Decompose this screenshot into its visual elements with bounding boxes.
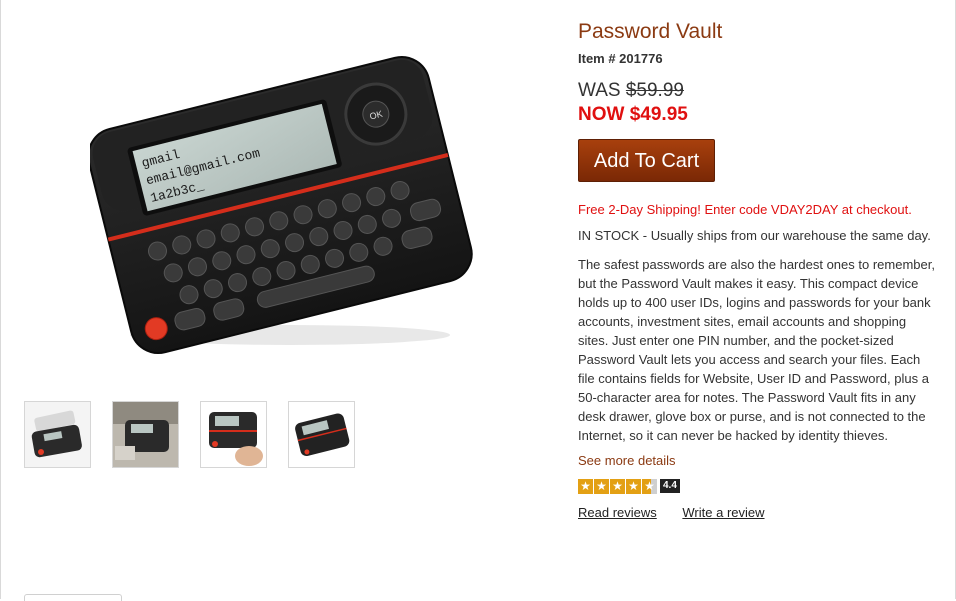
thumbnail-2[interactable] [112,401,179,468]
thumbnail-1[interactable] [24,401,91,468]
shipping-promo: Free 2-Day Shipping! Enter code VDAY2DAY… [578,202,912,217]
see-more-details-link[interactable]: See more details [578,453,676,468]
thumbnail-4[interactable] [288,401,355,468]
bottom-tab[interactable] [24,594,122,601]
star-icon: ★ [642,478,657,494]
product-description: The safest passwords are also the hardes… [578,257,935,443]
was-label: WAS [578,80,621,101]
rating-stars: ★ ★ ★ ★ ★ [578,478,657,494]
thumbnail-3[interactable] [200,401,267,468]
rating-summary[interactable]: ★ ★ ★ ★ ★ 4.4 [578,477,938,495]
star-icon: ★ [578,478,593,494]
star-icon: ★ [594,478,609,494]
thumbnail-gallery [24,401,355,468]
was-price-value: $59.99 [625,80,684,101]
add-to-cart-button[interactable]: Add To Cart [578,139,715,182]
star-icon: ★ [626,478,641,494]
product-title: Password Vault [578,20,723,43]
star-icon: ★ [610,478,625,494]
item-number: Item # 201776 [578,51,663,66]
write-review-link[interactable]: Write a review [682,505,764,520]
page-border-left [0,0,1,599]
product-details: Password Vault Item # 201776 WAS $59.99 … [578,18,938,520]
main-product-image[interactable]: OK gmail email@gmail.com 1a2b3c_ [87,45,475,355]
was-price: WAS $59.99 [578,80,938,102]
rating-score: 4.4 [660,479,680,493]
stock-status: IN STOCK - Usually ships from our wareho… [578,228,931,243]
review-links: Read reviews Write a review [578,505,938,520]
read-reviews-link[interactable]: Read reviews [578,505,657,520]
now-price: NOW $49.95 [578,104,688,125]
